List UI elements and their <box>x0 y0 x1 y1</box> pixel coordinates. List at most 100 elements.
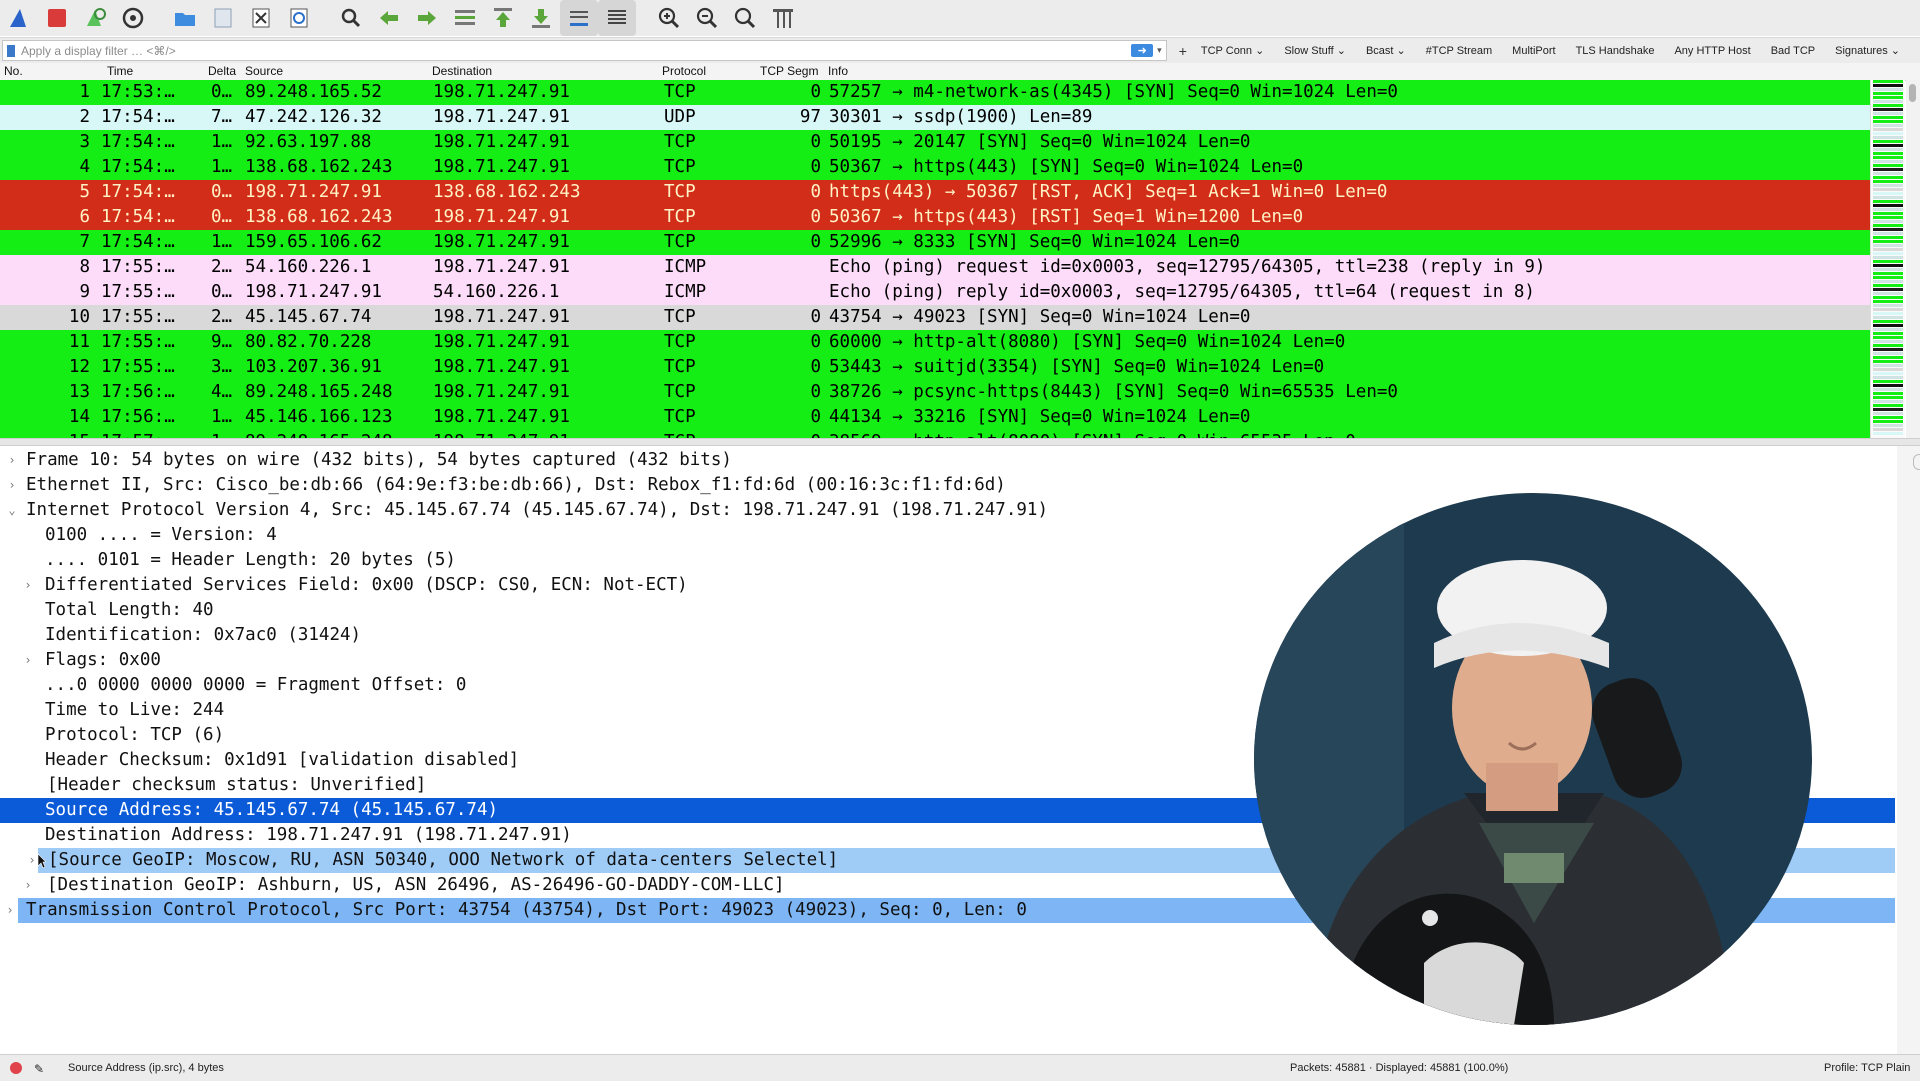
apply-filter-arrow-icon[interactable]: ➜ <box>1131 44 1154 57</box>
filter-button-tls-handshake[interactable]: TLS Handshake <box>1576 45 1655 57</box>
packet-row[interactable]: 9 17:55:… 0… 198.71.247.91 54.160.226.1 ICMP E… <box>0 280 1870 305</box>
minimap-strip <box>1873 388 1903 391</box>
packet-row[interactable]: 12 17:55:… 3… 103.207.36.91 198.71.247.91 TCP… <box>0 355 1870 380</box>
packet-cell-no: 8 <box>79 257 90 277</box>
bookmark-icon[interactable] <box>7 44 15 57</box>
column-header-tcp-segment[interactable]: TCP Segm <box>760 64 822 78</box>
detail-row[interactable]: › Ethernet II, Src: Cisco_be:db:66 (64:9e… <box>0 473 1895 498</box>
packet-row[interactable]: 10 17:55:… 2… 45.145.67.74 198.71.247.91 TCP 0… <box>0 305 1870 330</box>
packet-row[interactable]: 1 17:53:… 0… 89.248.165.52 198.71.247.91 TCP 0… <box>0 80 1870 105</box>
expand-chevron-icon[interactable]: › <box>6 473 18 498</box>
scrollbar-thumb[interactable] <box>1909 84 1916 102</box>
save-file-icon[interactable] <box>204 0 242 36</box>
detail-row[interactable]: › Frame 10: 54 bytes on wire (432 bits), … <box>0 448 1895 473</box>
packet-cell-info: 53443 → suitjd(3354) [SYN] Seq=0 Win=102… <box>829 357 1325 377</box>
filter-placeholder[interactable]: Apply a display filter … <⌘/> <box>21 44 1131 58</box>
packet-minimap[interactable] <box>1870 80 1905 438</box>
column-header-protocol[interactable]: Protocol <box>662 64 754 78</box>
column-header-time[interactable]: Time <box>107 64 203 78</box>
zoom-out-icon[interactable] <box>688 0 726 36</box>
expand-chevron-icon[interactable]: › <box>4 898 16 923</box>
details-scrollbar[interactable] <box>1897 446 1920 1054</box>
detail-row-text: Protocol: TCP (6) <box>45 725 225 745</box>
packet-row[interactable]: 5 17:54:… 0… 198.71.247.91 138.68.162.243 TCP… <box>0 180 1870 205</box>
display-filter-input[interactable]: Apply a display filter … <⌘/> ➜ ▾ <box>2 40 1167 61</box>
add-filter-button[interactable]: + <box>1179 43 1187 59</box>
capture-options-icon[interactable] <box>114 0 152 36</box>
minimap-strip <box>1873 300 1903 303</box>
packet-row[interactable]: 7 17:54:… 1… 159.65.106.62 198.71.247.91 TCP 0… <box>0 230 1870 255</box>
packet-row[interactable]: 4 17:54:… 1… 138.68.162.243 198.71.247.91 TCP… <box>0 155 1870 180</box>
zoom-normal-icon[interactable] <box>726 0 764 36</box>
minimap-strip <box>1873 376 1903 379</box>
stop-capture-icon[interactable] <box>38 0 76 36</box>
packet-cell-seg: 0 <box>810 207 821 227</box>
filter-button-any-http-host[interactable]: Any HTTP Host <box>1674 45 1750 57</box>
filter-button-bcast[interactable]: Bcast ⌄ <box>1366 44 1406 57</box>
go-to-packet-icon[interactable] <box>446 0 484 36</box>
filter-button-signatures[interactable]: Signatures ⌄ <box>1835 44 1900 57</box>
filter-button-bad-tcp[interactable]: Bad TCP <box>1771 45 1815 57</box>
expand-chevron-icon[interactable]: › <box>22 573 34 598</box>
status-profile[interactable]: Profile: TCP Plain <box>1824 1062 1910 1074</box>
resize-columns-icon[interactable] <box>764 0 802 36</box>
filter-history-chevron-icon[interactable]: ▾ <box>1157 45 1162 56</box>
restart-capture-icon[interactable] <box>76 0 114 36</box>
expand-chevron-icon[interactable]: › <box>22 873 34 898</box>
minimap-strip <box>1873 404 1903 407</box>
packet-cell-delta: 0… <box>211 82 233 102</box>
packet-row[interactable]: 3 17:54:… 1… 92.63.197.88 198.71.247.91 TCP 0 5… <box>0 130 1870 155</box>
minimap-strip <box>1873 304 1903 307</box>
packet-row[interactable]: 13 17:56:… 4… 89.248.165.248 198.71.247.91 TC… <box>0 380 1870 405</box>
pane-splitter[interactable] <box>0 438 1920 446</box>
packet-cell-proto: TCP <box>664 357 696 377</box>
close-file-icon[interactable] <box>242 0 280 36</box>
packet-cell-seg: 0 <box>810 307 821 327</box>
autoscroll-icon[interactable] <box>560 0 598 36</box>
minimap-strip <box>1873 320 1903 323</box>
shark-fin-start-icon[interactable] <box>0 0 38 36</box>
column-header-destination[interactable]: Destination <box>432 64 652 78</box>
packet-row[interactable]: 11 17:55:… 9… 80.82.70.228 198.71.247.91 TCP 0… <box>0 330 1870 355</box>
expand-chevron-icon[interactable]: › <box>26 848 38 873</box>
expand-chevron-icon[interactable]: › <box>22 648 34 673</box>
edit-comment-icon[interactable]: ✎ <box>34 1062 44 1076</box>
packet-row[interactable]: 6 17:54:… 0… 138.68.162.243 198.71.247.91 TCP… <box>0 205 1870 230</box>
packet-cell-proto: TCP <box>664 157 696 177</box>
find-packet-icon[interactable] <box>332 0 370 36</box>
packet-list-header: No. Time Delta Source Destination Protoc… <box>0 63 1920 81</box>
minimap-strip <box>1873 188 1903 191</box>
column-header-info[interactable]: Info <box>828 64 1128 78</box>
column-header-no[interactable]: No. <box>4 64 84 78</box>
packet-cell-info: Echo (ping) reply id=0x0003, seq=12795/6… <box>829 282 1535 302</box>
packet-row[interactable]: 2 17:54:… 7… 47.242.126.32 198.71.247.91 UDP 9… <box>0 105 1870 130</box>
minimap-strip <box>1873 360 1903 363</box>
minimap-strip <box>1873 232 1903 235</box>
filter-button-tcp-stream[interactable]: #TCP Stream <box>1426 45 1492 57</box>
zoom-in-icon[interactable] <box>650 0 688 36</box>
filter-button-tcp-conn[interactable]: TCP Conn ⌄ <box>1201 44 1264 57</box>
packet-list-scrollbar[interactable] <box>1906 80 1920 438</box>
go-forward-icon[interactable] <box>408 0 446 36</box>
packet-row[interactable]: 8 17:55:… 2… 54.160.226.1 198.71.247.91 ICMP E… <box>0 255 1870 280</box>
packet-cell-proto: TCP <box>664 382 696 402</box>
packet-cell-delta: 0… <box>211 182 233 202</box>
go-last-icon[interactable] <box>522 0 560 36</box>
expert-info-icon[interactable] <box>10 1062 22 1074</box>
packet-cell-src: 92.63.197.88 <box>245 132 372 152</box>
column-header-source[interactable]: Source <box>245 64 425 78</box>
reload-icon[interactable] <box>280 0 318 36</box>
column-header-delta[interactable]: Delta <box>208 64 242 78</box>
go-back-icon[interactable] <box>370 0 408 36</box>
packet-row[interactable]: 15 17:57:… 1… 89.248.165.248 198.71.247.91 TC… <box>0 430 1870 438</box>
open-file-icon[interactable] <box>166 0 204 36</box>
collapse-chevron-icon[interactable]: ⌄ <box>6 498 18 523</box>
minimap-strip <box>1873 240 1903 243</box>
main-toolbar <box>0 0 1920 36</box>
colorize-icon[interactable] <box>598 0 636 36</box>
packet-row[interactable]: 14 17:56:… 1… 45.146.166.123 198.71.247.91 TC… <box>0 405 1870 430</box>
filter-button-slow-stuff[interactable]: Slow Stuff ⌄ <box>1284 44 1346 57</box>
filter-button-multiport[interactable]: MultiPort <box>1512 45 1555 57</box>
expand-chevron-icon[interactable]: › <box>6 448 18 473</box>
go-first-icon[interactable] <box>484 0 522 36</box>
